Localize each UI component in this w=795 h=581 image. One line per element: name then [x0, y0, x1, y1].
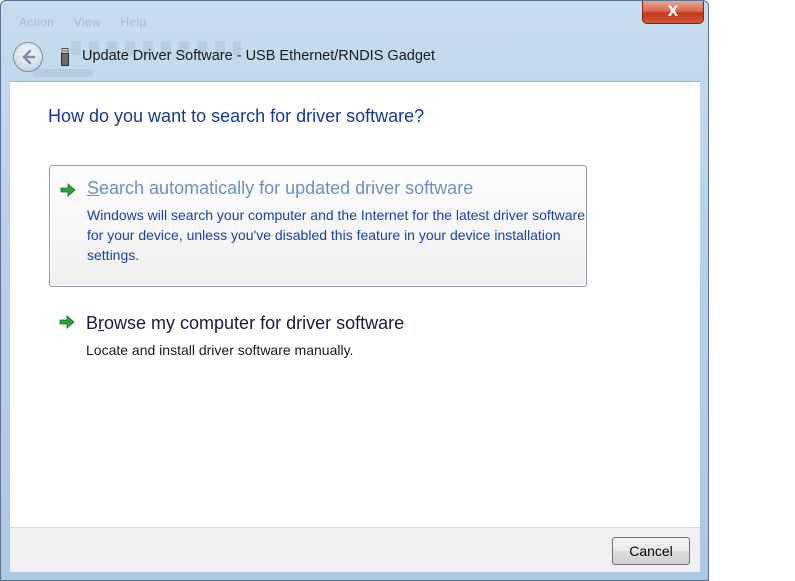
green-arrow-icon	[60, 183, 76, 197]
search-automatically-option[interactable]: Search automatically for updated driver …	[49, 165, 587, 287]
back-arrow-icon	[22, 49, 36, 65]
back-button[interactable]	[13, 42, 43, 72]
green-arrow-icon	[59, 315, 75, 329]
browse-computer-title-rest: owse my computer for driver software	[104, 313, 405, 333]
search-automatically-description: Windows will search your computer and th…	[87, 207, 585, 263]
search-automatically-access-key: S	[87, 178, 100, 198]
background-menu-action: Action	[19, 15, 55, 29]
browse-computer-option[interactable]: Browse my computer for driver software L…	[49, 310, 587, 370]
background-menu: Action View Help	[19, 15, 162, 29]
window-title: Update Driver Software - USB Ethernet/RN…	[82, 48, 435, 64]
dialog-footer: Cancel	[10, 527, 700, 572]
background-menu-view: View	[73, 15, 101, 29]
browse-computer-title: Browse my computer for driver software	[86, 313, 404, 334]
browse-computer-title-first: B	[86, 313, 99, 333]
close-icon: X	[667, 4, 679, 20]
background-menu-help: Help	[120, 15, 147, 29]
dialog-window: Action View Help X Update Driver Softwar…	[0, 0, 709, 581]
search-automatically-title: Search automatically for updated driver …	[87, 178, 473, 199]
close-button[interactable]: X	[642, 1, 704, 24]
usb-device-icon	[61, 48, 69, 66]
browse-computer-description: Locate and install driver software manua…	[86, 342, 354, 358]
search-automatically-title-rest: earch automatically for updated driver s…	[99, 178, 474, 198]
cancel-button[interactable]: Cancel	[612, 537, 690, 565]
page-heading: How do you want to search for driver sof…	[48, 106, 425, 126]
content-panel: How do you want to search for driver sof…	[10, 81, 700, 527]
background-tree-item	[33, 69, 93, 77]
